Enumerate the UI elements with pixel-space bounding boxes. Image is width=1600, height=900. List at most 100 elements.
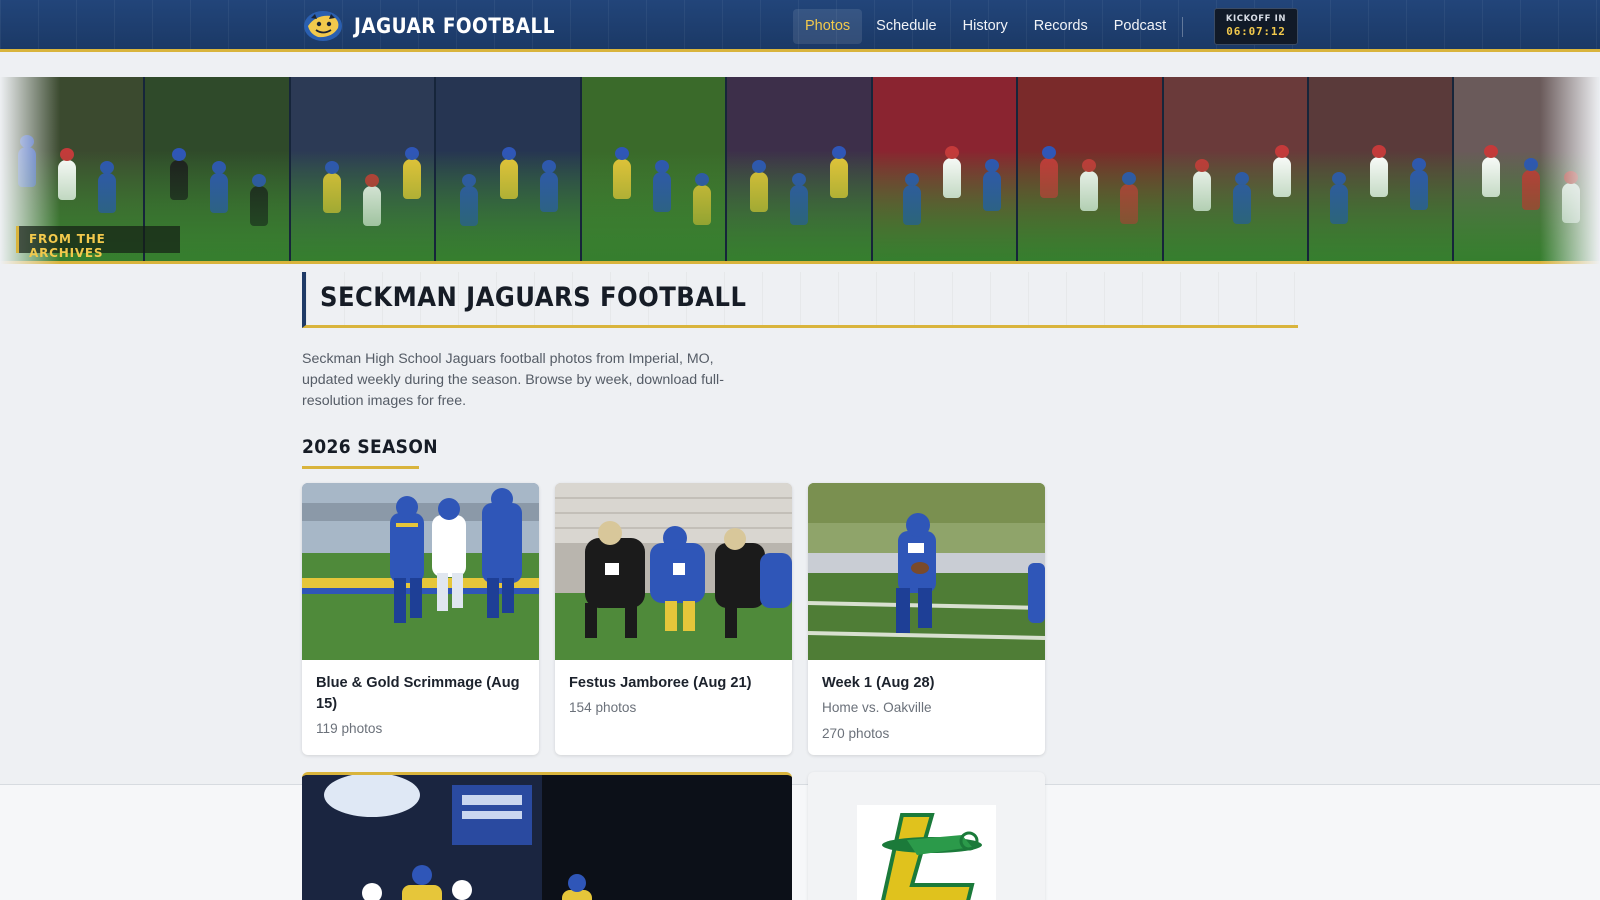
strip-player-helmet xyxy=(904,173,919,186)
card-title[interactable]: Festus Jamboree (Aug 21) xyxy=(569,673,779,694)
strip-player-figure xyxy=(1120,172,1139,224)
lower-section-background xyxy=(0,784,1600,900)
nav-podcast[interactable]: Podcast xyxy=(1102,9,1178,44)
nav-records[interactable]: Records xyxy=(1022,9,1100,44)
archive-photo-strip[interactable] xyxy=(0,77,1600,264)
brand[interactable]: JAGUAR FOOTBALL xyxy=(302,8,582,44)
card-thumbnail[interactable] xyxy=(808,483,1045,660)
strip-player-helmet xyxy=(324,161,339,174)
season-heading: 2026 SEASON xyxy=(302,436,438,458)
strip-photo[interactable] xyxy=(1163,77,1309,261)
archive-tag: FROM THE ARCHIVES xyxy=(16,226,180,260)
card-title[interactable]: Week 1 (Aug 28) xyxy=(822,673,1032,694)
strip-player-helmet xyxy=(1484,145,1499,158)
kickoff-timer: 06:07:12 xyxy=(1226,25,1286,38)
strip-player-figure xyxy=(750,160,769,212)
main-nav: Photos Schedule History Records Podcast xyxy=(793,9,1180,44)
strip-photo[interactable] xyxy=(1308,77,1455,261)
page-title-bar: SECKMAN JAGUARS FOOTBALL xyxy=(302,272,1298,328)
strip-player-helmet xyxy=(984,159,999,172)
featured-thumbnail[interactable] xyxy=(302,775,792,900)
strip-player-figure xyxy=(460,174,479,226)
strip-player-helmet xyxy=(60,148,74,161)
strip-player-helmet xyxy=(614,147,629,160)
strip-player-figure xyxy=(170,148,189,200)
brand-name: JAGUAR FOOTBALL xyxy=(354,14,555,38)
strip-player-figure xyxy=(322,161,341,213)
strip-player-figure xyxy=(1329,172,1348,224)
nav-divider xyxy=(1182,17,1183,37)
top-navigation-bar: JAGUAR FOOTBALL Photos Schedule History … xyxy=(0,0,1600,52)
sponsor-logo-card[interactable] xyxy=(808,772,1045,900)
card-photo-count: 270 photos xyxy=(822,726,890,741)
strip-player-figure xyxy=(362,174,381,226)
kickoff-label: KICKOFF IN xyxy=(1225,14,1287,24)
strip-photo[interactable] xyxy=(727,77,873,261)
card-title[interactable]: Blue & Gold Scrimmage (Aug 15) xyxy=(316,673,526,715)
card-photo-count: 154 photos xyxy=(569,700,637,715)
strip-player-figure xyxy=(902,173,921,225)
strip-player-helmet xyxy=(1194,159,1209,172)
strip-player-figure xyxy=(18,135,36,187)
strip-player-helmet xyxy=(1082,159,1097,172)
gallery-card-jamboree[interactable]: Festus Jamboree (Aug 21) 154 photos xyxy=(555,483,792,755)
strip-player-helmet xyxy=(1411,158,1426,171)
strip-player-helmet xyxy=(1042,146,1057,159)
strip-player-helmet xyxy=(1274,145,1289,158)
nav-photos[interactable]: Photos xyxy=(793,9,863,44)
strip-player-helmet xyxy=(100,161,114,174)
strip-player-figure xyxy=(1080,159,1099,211)
strip-player-figure xyxy=(1369,145,1388,197)
strip-player-helmet xyxy=(1122,172,1137,185)
strip-player-figure xyxy=(612,147,631,199)
strip-player-figure xyxy=(402,147,421,199)
strip-player-helmet xyxy=(462,174,477,187)
strip-player-helmet xyxy=(212,161,227,174)
strip-player-helmet xyxy=(1371,145,1386,158)
nav-history[interactable]: History xyxy=(951,9,1020,44)
strip-photo[interactable] xyxy=(290,77,437,261)
kickoff-countdown: KICKOFF IN 06:07:12 xyxy=(1214,8,1298,45)
strip-player-figure xyxy=(210,161,229,213)
strip-player-figure xyxy=(540,160,559,212)
strip-player-figure xyxy=(1232,172,1251,224)
jaguar-logo-icon xyxy=(304,11,342,41)
strip-player-figure xyxy=(1192,159,1211,211)
card-subtitle: Home vs. Oakville xyxy=(822,700,932,715)
card-thumbnail[interactable] xyxy=(302,483,539,660)
nav-schedule[interactable]: Schedule xyxy=(864,9,948,44)
strip-photo[interactable] xyxy=(436,77,582,261)
strip-photo[interactable] xyxy=(581,77,728,261)
strip-photo[interactable] xyxy=(1018,77,1164,261)
strip-player-figure xyxy=(98,161,116,213)
strip-player-helmet xyxy=(1331,172,1346,185)
strip-player-helmet xyxy=(832,146,847,159)
strip-player-helmet xyxy=(1524,158,1539,171)
strip-player-helmet xyxy=(542,160,557,173)
strip-player-helmet xyxy=(20,135,34,148)
strip-player-helmet xyxy=(404,147,419,160)
strip-player-helmet xyxy=(944,146,959,159)
strip-player-helmet xyxy=(364,174,379,187)
strip-player-helmet xyxy=(172,148,187,161)
strip-player-helmet xyxy=(1234,172,1249,185)
strip-player-figure xyxy=(1040,146,1059,198)
strip-photo[interactable] xyxy=(1454,77,1600,261)
strip-player-helmet xyxy=(752,160,767,173)
opponent-logo xyxy=(857,805,996,900)
gallery-card-scrimmage[interactable]: Blue & Gold Scrimmage (Aug 15) 119 photo… xyxy=(302,483,539,755)
strip-player-helmet xyxy=(1564,171,1579,184)
strip-player-helmet xyxy=(694,173,709,186)
featured-gallery-card[interactable] xyxy=(302,772,792,900)
strip-player-figure xyxy=(1272,145,1291,197)
strip-player-helmet xyxy=(654,160,669,173)
strip-player-figure xyxy=(830,146,849,198)
card-thumbnail[interactable] xyxy=(555,483,792,660)
season-underline xyxy=(302,466,419,469)
gallery-card-week-1[interactable]: Week 1 (Aug 28) Home vs. Oakville 270 ph… xyxy=(808,483,1045,755)
strip-player-figure xyxy=(652,160,671,212)
strip-photo[interactable] xyxy=(872,77,1019,261)
strip-player-figure xyxy=(1522,158,1541,210)
strip-player-helmet xyxy=(502,147,517,160)
strip-player-figure xyxy=(250,174,269,226)
